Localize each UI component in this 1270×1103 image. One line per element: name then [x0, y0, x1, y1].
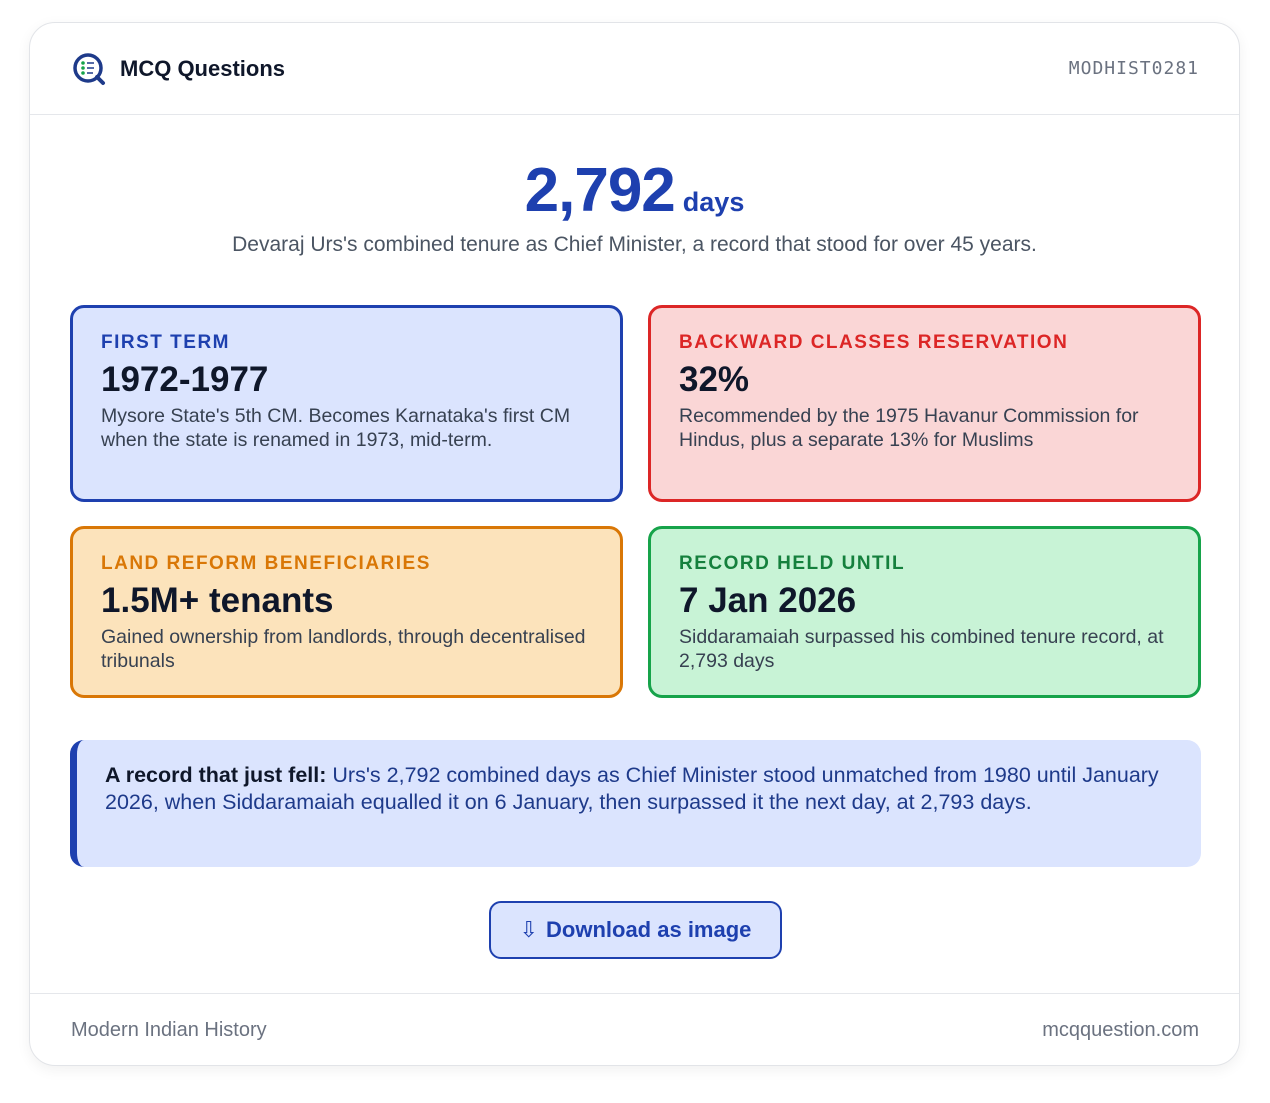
hero-figure: 2,792 days: [30, 157, 1239, 225]
stat-card-reservation: BACKWARD CLASSES RESERVATION 32% Recomme…: [648, 305, 1201, 502]
stat-description: Mysore State's 5th CM. Becomes Karnataka…: [101, 405, 571, 451]
brand-name: MCQ Questions: [120, 55, 286, 81]
stat-description: Gained ownership from landlords, through…: [101, 626, 586, 672]
stat-value: 1.5M+ tenants: [101, 581, 334, 620]
stat-value: 32%: [679, 360, 750, 399]
infographic-card: MCQ Questions MODHIST0281 2,792 days Dev…: [29, 22, 1240, 1066]
stat-label: RECORD HELD UNTIL: [679, 553, 906, 574]
card-footer: Modern Indian History mcqquestion.com: [30, 993, 1239, 1065]
stat-value: 7 Jan 2026: [679, 581, 857, 620]
stat-description: Siddaramaiah surpassed his combined tenu…: [679, 626, 1164, 672]
stat-label: FIRST TERM: [101, 332, 230, 353]
note-lead: A record that just fell:: [105, 763, 327, 787]
stats-grid: FIRST TERM 1972-1977 Mysore State's 5th …: [70, 305, 1201, 698]
stat-label: LAND REFORM BENEFICIARIES: [101, 553, 431, 574]
stat-card-record-until: RECORD HELD UNTIL 7 Jan 2026 Siddaramaia…: [648, 526, 1201, 698]
footer-category: Modern Indian History: [71, 1019, 267, 1041]
stat-description: Recommended by the 1975 Havanur Commissi…: [679, 405, 1139, 451]
quiz-magnifier-icon: [73, 52, 105, 85]
hero: 2,792 days Devaraj Urs's combined tenure…: [30, 157, 1239, 257]
stat-card-first-term: FIRST TERM 1972-1977 Mysore State's 5th …: [70, 305, 623, 502]
footer-site-link[interactable]: mcqquestion.com: [1042, 1019, 1199, 1042]
question-code: MODHIST0281: [1068, 58, 1199, 79]
stat-value: 1972-1977: [101, 360, 269, 399]
hero-unit: days: [682, 187, 745, 217]
callout-note: A record that just fell: Urs's 2,792 com…: [70, 740, 1201, 867]
hero-number: 2,792: [524, 156, 676, 225]
hero-caption: Devaraj Urs's combined tenure as Chief M…: [232, 233, 1037, 256]
download-button[interactable]: ⇩ Download as image: [489, 901, 782, 959]
stat-card-land-reform: LAND REFORM BENEFICIARIES 1.5M+ tenants …: [70, 526, 623, 698]
card-header: MCQ Questions MODHIST0281: [30, 23, 1239, 115]
download-arrow-icon: ⇩: [519, 917, 539, 943]
download-label: Download as image: [546, 917, 752, 942]
brand[interactable]: MCQ Questions: [72, 52, 285, 86]
stat-label: BACKWARD CLASSES RESERVATION: [679, 332, 1069, 353]
